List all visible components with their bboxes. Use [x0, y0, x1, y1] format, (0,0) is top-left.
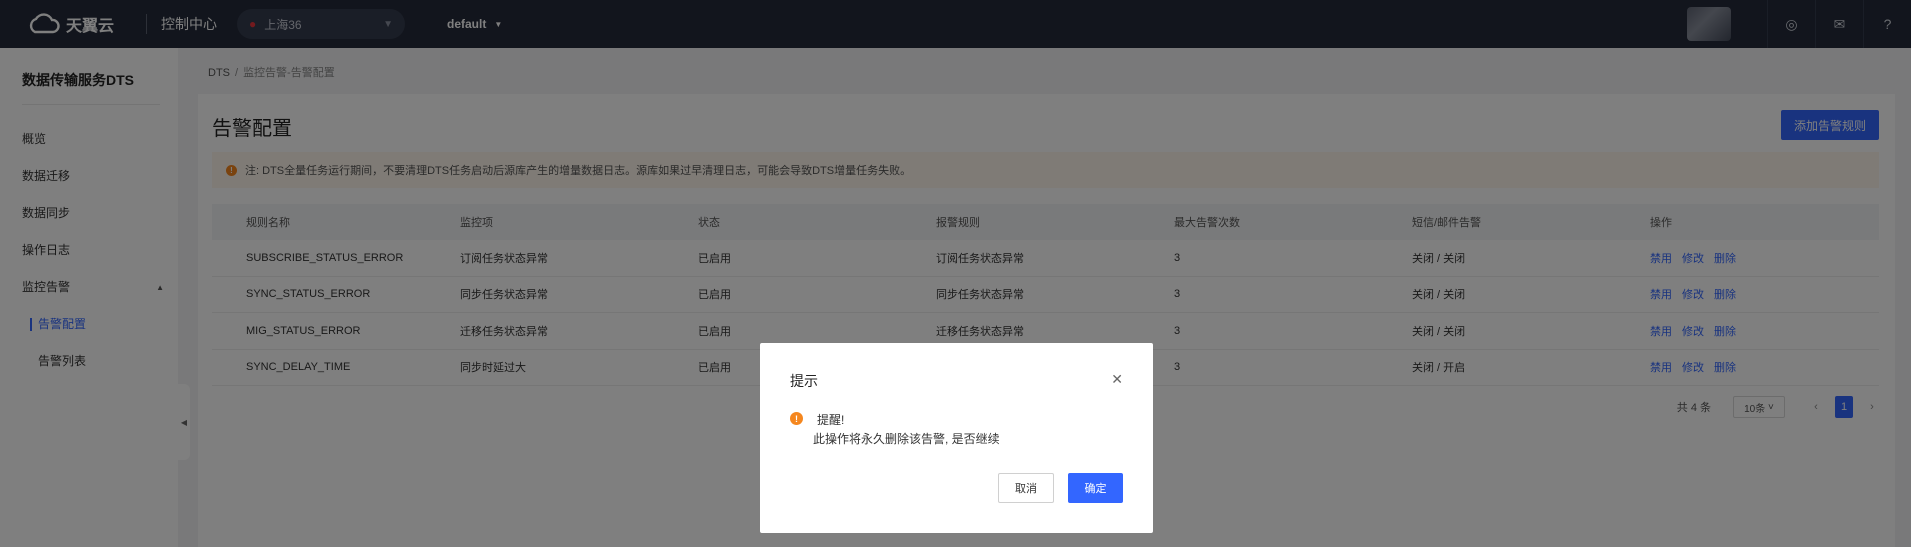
- confirm-button[interactable]: 确定: [1068, 473, 1123, 503]
- confirm-dialog: 提示 ✕ ! 提醒! 此操作将永久删除该告警, 是否继续 取消 确定: [760, 343, 1153, 533]
- dialog-heading: 提醒!: [817, 413, 845, 427]
- close-icon[interactable]: ✕: [1111, 371, 1123, 388]
- warning-icon: !: [790, 412, 803, 425]
- dialog-title: 提示: [790, 373, 818, 389]
- cancel-button[interactable]: 取消: [998, 473, 1054, 503]
- dialog-message: 此操作将永久删除该告警, 是否继续: [813, 432, 1000, 446]
